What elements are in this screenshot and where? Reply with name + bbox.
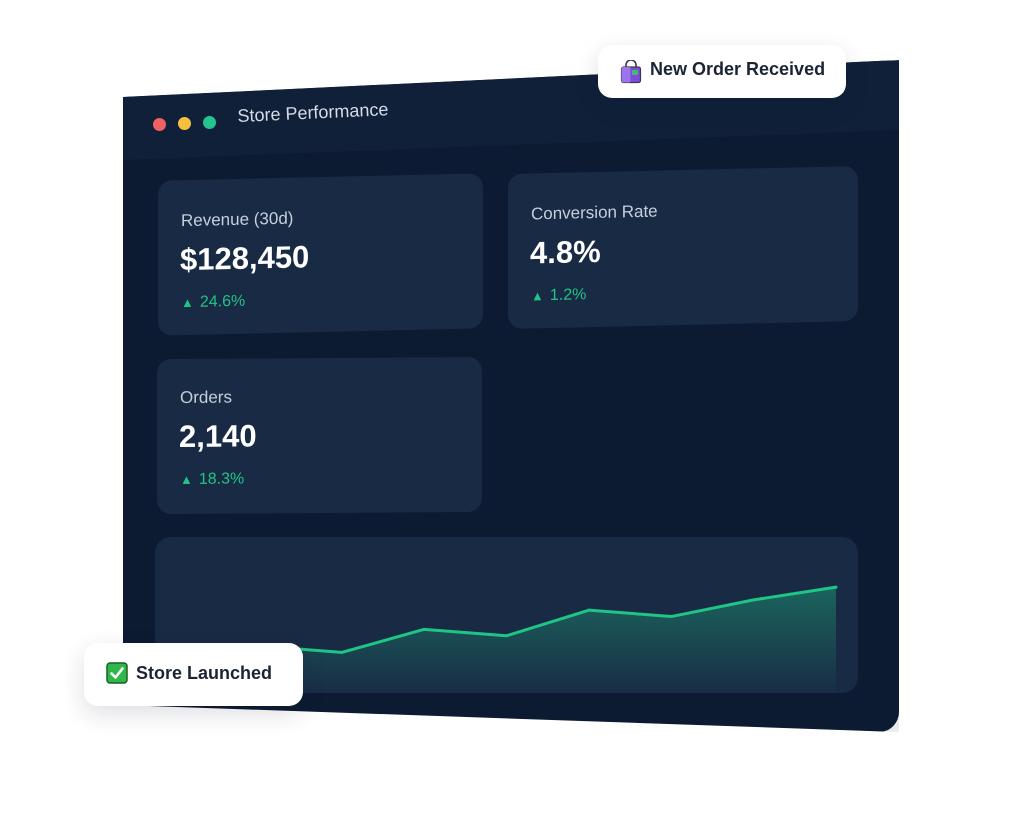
conversion-rate-delta-value: 1.2%: [549, 286, 587, 305]
trend-point-7: [669, 615, 673, 619]
trend-point-8: [752, 598, 756, 602]
revenue-card: Revenue (30d) $128,450 ▲ 24.6%: [158, 173, 483, 336]
check-box-icon: [106, 662, 128, 684]
maximize-window-button[interactable]: [203, 116, 216, 129]
revenue-label: Revenue (30d): [181, 208, 294, 231]
revenue-delta-value: 24.6%: [199, 292, 246, 311]
orders-card: Orders 2,140 ▲ 18.3%: [157, 356, 482, 515]
store-launched-toast-text: Store Launched: [136, 663, 273, 683]
trend-point-4: [422, 627, 426, 631]
store-launched-toast[interactable]: Store Launched: [84, 643, 303, 706]
trend-point-5: [505, 634, 508, 638]
conversion-rate-label: Conversion Rate: [531, 201, 658, 224]
minimize-window-button[interactable]: [178, 117, 191, 130]
store-performance-window: Store Performance Revenue (30d) $128,450…: [123, 60, 899, 732]
orders-value: 2,140: [179, 418, 257, 454]
orders-delta: ▲ 18.3%: [180, 471, 244, 489]
trend-up-icon: ▲: [181, 294, 194, 311]
new-order-toast[interactable]: New Order Received: [598, 45, 846, 98]
conversion-rate-card: Conversion Rate 4.8% ▲ 1.2%: [508, 166, 858, 329]
revenue-delta: ▲ 24.6%: [181, 293, 245, 312]
close-window-button[interactable]: [153, 118, 166, 131]
conversion-rate-value: 4.8%: [530, 233, 601, 271]
trend-point-9: [834, 585, 838, 589]
trend-point-6: [587, 608, 591, 612]
trend-up-icon: ▲: [180, 471, 193, 487]
conversion-rate-delta: ▲ 1.2%: [531, 286, 586, 305]
orders-label: Orders: [180, 387, 232, 407]
orders-delta-value: 18.3%: [198, 470, 245, 488]
revenue-value: $128,450: [180, 239, 310, 278]
trend-point-3: [340, 650, 344, 654]
shopping-bag-icon: [620, 60, 642, 84]
trend-up-icon: ▲: [531, 288, 544, 304]
new-order-toast-text: New Order Received: [650, 59, 826, 79]
stage: Store Performance Revenue (30d) $128,450…: [0, 0, 1024, 819]
